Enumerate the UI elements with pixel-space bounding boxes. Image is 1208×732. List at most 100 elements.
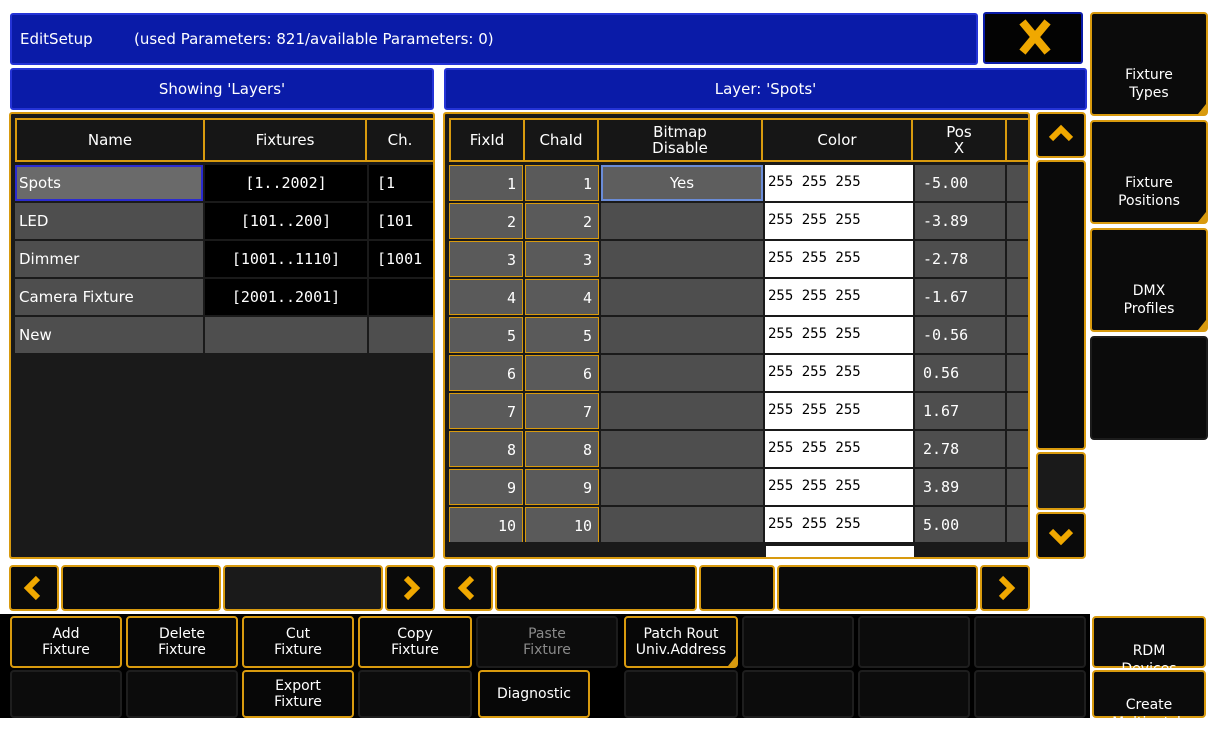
color-cell[interactable]: 255 255 255 bbox=[765, 279, 913, 315]
scroll-down-button[interactable] bbox=[1036, 512, 1086, 559]
layer-fixtures-cell[interactable]: [2001..2001] bbox=[205, 279, 367, 315]
layer-name-cell[interactable]: LED bbox=[15, 203, 203, 239]
bitmap-disable-cell[interactable] bbox=[601, 355, 763, 391]
layer-channel-cell[interactable]: [1 bbox=[369, 165, 433, 201]
table-row[interactable]: 2 2 255 255 255 -3.89 bbox=[449, 202, 1028, 240]
column-header-color[interactable]: Color bbox=[761, 118, 913, 162]
add-fixture-button[interactable]: Add Fixture bbox=[10, 616, 122, 668]
create-multipatch-button[interactable]: Create Multipatch bbox=[1092, 670, 1206, 731]
table-row[interactable]: 10 10 255 255 255 5.00 bbox=[449, 506, 1028, 544]
column-header-chaid[interactable]: ChaId bbox=[523, 118, 599, 162]
bitmap-disable-cell[interactable] bbox=[601, 279, 763, 315]
chaid-cell[interactable]: 8 bbox=[525, 431, 599, 467]
empty-button-7[interactable] bbox=[624, 670, 738, 718]
table-row[interactable]: 4 4 255 255 255 -1.67 bbox=[449, 278, 1028, 316]
export-fixture-button[interactable]: Export Fixture bbox=[242, 670, 354, 718]
extra-cell[interactable] bbox=[1007, 431, 1028, 467]
chaid-cell[interactable]: 2 bbox=[525, 203, 599, 239]
color-cell[interactable]: 255 255 255 bbox=[765, 507, 913, 543]
empty-button-6[interactable] bbox=[358, 670, 472, 718]
layer-name-cell[interactable]: Spots bbox=[15, 165, 203, 201]
extra-cell[interactable] bbox=[1007, 317, 1028, 353]
fixid-cell[interactable]: 1 bbox=[449, 165, 523, 201]
bitmap-disable-cell[interactable] bbox=[601, 507, 763, 543]
extra-cell[interactable] bbox=[1007, 279, 1028, 315]
bitmap-disable-cell[interactable]: Yes bbox=[601, 165, 763, 201]
color-cell[interactable]: 255 255 255 bbox=[765, 469, 913, 505]
color-cell[interactable]: 255 255 255 bbox=[765, 165, 913, 201]
color-cell[interactable]: 255 255 255 bbox=[765, 393, 913, 429]
bitmap-disable-cell[interactable] bbox=[601, 317, 763, 353]
scroll-left-button[interactable] bbox=[9, 565, 59, 611]
layer-fixtures-cell[interactable]: [1001..1110] bbox=[205, 241, 367, 277]
empty-button-10[interactable] bbox=[974, 670, 1086, 718]
cut-fixture-button[interactable]: Cut Fixture bbox=[242, 616, 354, 668]
column-header-channel[interactable]: Ch. bbox=[365, 118, 433, 162]
scroll-right-button[interactable] bbox=[385, 565, 435, 611]
copy-fixture-button[interactable]: Copy Fixture bbox=[358, 616, 472, 668]
pos-x-cell[interactable]: -0.56 bbox=[915, 317, 1005, 353]
scroll-track[interactable] bbox=[1036, 160, 1086, 450]
chaid-cell[interactable]: 9 bbox=[525, 469, 599, 505]
chaid-cell[interactable]: 3 bbox=[525, 241, 599, 277]
bitmap-disable-cell[interactable] bbox=[601, 469, 763, 505]
pos-x-cell[interactable]: -1.67 bbox=[915, 279, 1005, 315]
column-header-name[interactable]: Name bbox=[15, 118, 205, 162]
scroll-right-button[interactable] bbox=[980, 565, 1030, 611]
table-row[interactable]: Spots [1..2002] [1 bbox=[15, 164, 433, 202]
scroll-track[interactable] bbox=[495, 565, 697, 611]
chaid-cell[interactable]: 1 bbox=[525, 165, 599, 201]
table-row[interactable]: 5 5 255 255 255 -0.56 bbox=[449, 316, 1028, 354]
vertical-scrollbar[interactable] bbox=[1034, 112, 1087, 559]
chaid-cell[interactable]: 6 bbox=[525, 355, 599, 391]
table-row[interactable]: 8 8 255 255 255 2.78 bbox=[449, 430, 1028, 468]
fixid-cell[interactable]: 2 bbox=[449, 203, 523, 239]
pos-x-cell[interactable]: -3.89 bbox=[915, 203, 1005, 239]
chaid-cell[interactable]: 7 bbox=[525, 393, 599, 429]
pos-x-cell[interactable]: 0.56 bbox=[915, 355, 1005, 391]
layer-name-cell[interactable]: Dimmer bbox=[15, 241, 203, 277]
extra-cell[interactable] bbox=[1007, 393, 1028, 429]
scroll-track-right[interactable] bbox=[223, 565, 383, 611]
fixid-cell[interactable]: 5 bbox=[449, 317, 523, 353]
pos-x-cell[interactable]: -5.00 bbox=[915, 165, 1005, 201]
patch-rout-button[interactable]: Patch Rout Univ.Address bbox=[624, 616, 738, 668]
bitmap-disable-cell[interactable] bbox=[601, 393, 763, 429]
fixid-cell[interactable]: 6 bbox=[449, 355, 523, 391]
color-cell[interactable]: 255 255 255 bbox=[765, 241, 913, 277]
table-row[interactable]: 1 1 Yes 255 255 255 -5.00 bbox=[449, 164, 1028, 202]
scroll-up-button[interactable] bbox=[1036, 112, 1086, 158]
bitmap-disable-cell[interactable] bbox=[601, 241, 763, 277]
table-row[interactable]: 6 6 255 255 255 0.56 bbox=[449, 354, 1028, 392]
empty-button-3[interactable] bbox=[974, 616, 1086, 668]
layer-channel-cell[interactable] bbox=[369, 317, 433, 353]
table-row[interactable]: Camera Fixture [2001..2001] bbox=[15, 278, 433, 316]
extra-cell[interactable] bbox=[1007, 241, 1028, 277]
empty-button-9[interactable] bbox=[858, 670, 970, 718]
table-row[interactable]: Dimmer [1001..1110] [1001 bbox=[15, 240, 433, 278]
delete-fixture-button[interactable]: Delete Fixture bbox=[126, 616, 238, 668]
table-row[interactable]: New bbox=[15, 316, 433, 354]
pos-x-cell[interactable]: -2.78 bbox=[915, 241, 1005, 277]
bitmap-disable-cell[interactable] bbox=[601, 431, 763, 467]
pos-x-cell[interactable]: 5.00 bbox=[915, 507, 1005, 543]
empty-button-5[interactable] bbox=[126, 670, 238, 718]
layer-name-cell[interactable]: New bbox=[15, 317, 203, 353]
column-header-fixid[interactable]: FixId bbox=[449, 118, 525, 162]
paste-fixture-button[interactable]: Paste Fixture bbox=[476, 616, 618, 668]
layer-name-cell[interactable]: Camera Fixture bbox=[15, 279, 203, 315]
empty-button-8[interactable] bbox=[742, 670, 854, 718]
extra-cell[interactable] bbox=[1007, 469, 1028, 505]
table-row[interactable]: 7 7 255 255 255 1.67 bbox=[449, 392, 1028, 430]
fixid-cell[interactable]: 9 bbox=[449, 469, 523, 505]
empty-button-4[interactable] bbox=[10, 670, 122, 718]
extra-cell[interactable] bbox=[1007, 355, 1028, 391]
right-horizontal-scrollbar[interactable] bbox=[443, 565, 1030, 611]
empty-button-2[interactable] bbox=[858, 616, 970, 668]
fixid-cell[interactable]: 10 bbox=[449, 507, 523, 543]
layer-channel-cell[interactable]: [1001 bbox=[369, 241, 433, 277]
empty-side-button[interactable] bbox=[1090, 336, 1208, 440]
color-cell[interactable]: 255 255 255 bbox=[765, 317, 913, 353]
extra-cell[interactable] bbox=[1007, 203, 1028, 239]
column-header-extra[interactable] bbox=[1005, 118, 1028, 162]
